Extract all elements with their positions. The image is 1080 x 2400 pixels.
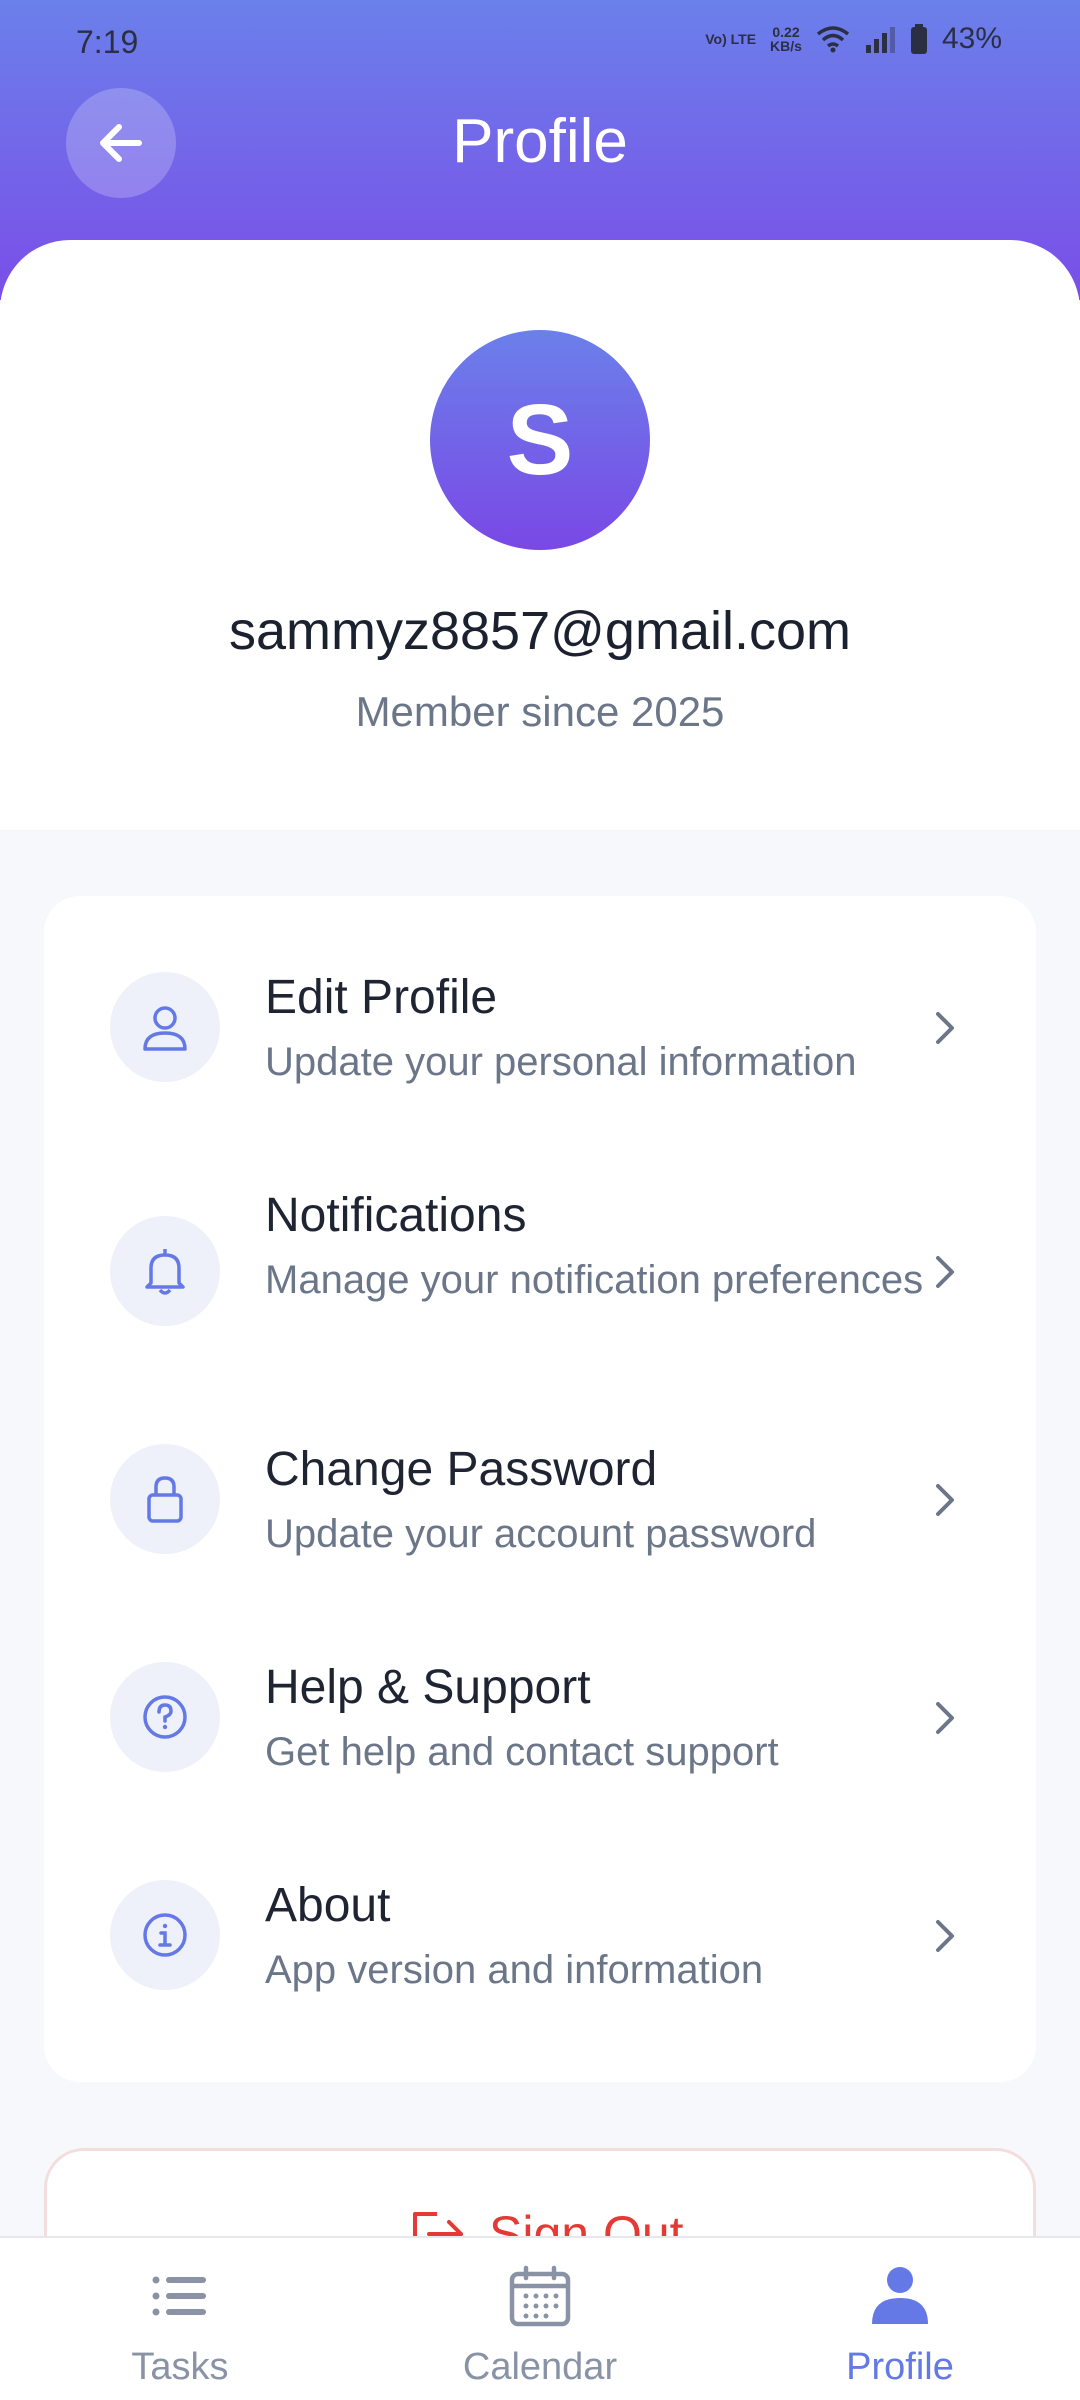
user-icon — [110, 972, 220, 1082]
menu-item-title: Edit Profile — [265, 971, 498, 1024]
menu-item-title: Change Password — [265, 1443, 658, 1496]
network-type-label: Vo) LTE — [705, 31, 757, 47]
member-since: Member since 2025 — [355, 688, 725, 735]
menu-item-change-password[interactable]: Change Password Update your account pass… — [44, 1386, 1036, 1606]
help-circle-icon — [110, 1662, 220, 1772]
nav-tab-profile[interactable]: Profile — [720, 2238, 1080, 2400]
menu-item-subtitle: Update your account password — [265, 1512, 817, 1556]
menu-item-subtitle: Manage your notification preferences — [265, 1258, 924, 1302]
battery-icon — [910, 24, 927, 54]
profile-card: S sammyz8857@gmail.com Member since 2025 — [0, 240, 1080, 830]
network-speed: 0.22 KB/s — [770, 25, 802, 53]
page-title: Profile — [452, 107, 628, 176]
battery-percent: 43% — [941, 22, 1002, 55]
menu-item-help-support[interactable]: Help & Support Get help and contact supp… — [44, 1606, 1036, 1826]
nav-label-profile: Profile — [846, 2346, 954, 2388]
person-icon — [872, 2267, 928, 2324]
bell-icon — [110, 1216, 220, 1326]
menu-item-title: About — [265, 1879, 391, 1932]
bottom-navigation: Tasks Calendar Profile — [0, 2236, 1080, 2400]
wifi-icon — [816, 26, 850, 53]
settings-menu: Edit Profile Update your personal inform… — [44, 896, 1036, 2082]
chevron-right-icon — [936, 1920, 954, 1952]
menu-item-subtitle: App version and information — [265, 1948, 764, 1992]
status-bar: 7:19 Vo) LTE 0.22 KB/s 43% — [0, 0, 1080, 90]
nav-tab-calendar[interactable]: Calendar — [360, 2238, 720, 2400]
chevron-right-icon — [936, 1256, 954, 1288]
signal-icon — [865, 27, 895, 53]
nav-label-calendar: Calendar — [462, 2346, 618, 2388]
lock-icon — [110, 1444, 220, 1554]
chevron-right-icon — [936, 1484, 954, 1516]
status-time: 7:19 — [76, 24, 139, 60]
profile-email: sammyz8857@gmail.com — [228, 601, 851, 661]
nav-tab-tasks[interactable]: Tasks — [0, 2238, 360, 2400]
chevron-right-icon — [936, 1012, 954, 1044]
status-icons: Vo) LTE 0.22 KB/s 43% — [705, 22, 1002, 56]
menu-item-about[interactable]: About App version and information — [44, 1826, 1036, 2046]
menu-item-edit-profile[interactable]: Edit Profile Update your personal inform… — [44, 896, 1036, 1126]
menu-item-subtitle: Update your personal information — [265, 1040, 857, 1084]
list-icon — [152, 2276, 206, 2316]
avatar: S — [430, 330, 650, 550]
menu-item-title: Help & Support — [265, 1661, 591, 1714]
chevron-right-icon — [936, 1702, 954, 1734]
info-icon — [110, 1880, 220, 1990]
nav-label-tasks: Tasks — [131, 2346, 229, 2388]
calendar-icon — [509, 2265, 571, 2327]
menu-item-subtitle: Get help and contact support — [265, 1730, 779, 1774]
menu-item-notifications[interactable]: Notifications Manage your notification p… — [44, 1126, 1036, 1386]
menu-item-title: Notifications — [265, 1189, 527, 1242]
network-speed-unit: KB/s — [770, 38, 802, 54]
